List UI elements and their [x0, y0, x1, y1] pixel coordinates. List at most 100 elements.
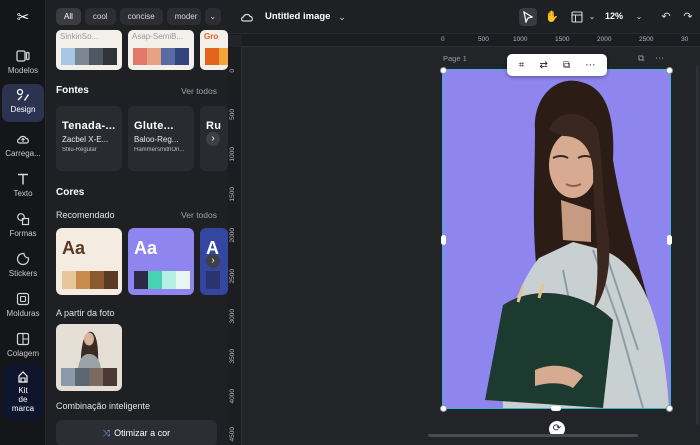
document-title[interactable]: Untitled image	[265, 11, 330, 22]
colors-next-arrow-icon[interactable]: ›	[206, 254, 220, 268]
sticker-icon	[16, 252, 30, 266]
fonts-see-all-link[interactable]: Ver todos	[181, 86, 217, 96]
swatch	[61, 48, 75, 65]
layout-chevron-down-icon[interactable]: ⌄	[583, 8, 601, 26]
swatch-row	[134, 271, 190, 289]
rail-item-brand-kit[interactable]: Kit de marca	[3, 365, 43, 419]
select-pointer-icon[interactable]	[519, 8, 537, 26]
swatch-row	[205, 48, 228, 65]
swatch	[89, 48, 103, 65]
swatch-row	[62, 271, 118, 289]
font-combo-thumb[interactable]: Asap-SemiB...	[128, 30, 194, 70]
cloud-sync-icon[interactable]	[238, 8, 256, 26]
colors-see-all-link[interactable]: Ver todos	[181, 210, 217, 220]
swatch-row	[133, 48, 189, 65]
font-combo-thumb[interactable]: SinkinSo...	[56, 30, 122, 70]
brand-kit-icon	[16, 370, 30, 384]
shapes-icon	[16, 212, 30, 226]
frame-icon	[16, 292, 30, 306]
rail-item-stickers[interactable]: Stickers	[2, 248, 44, 286]
resize-handle-se[interactable]	[666, 405, 673, 412]
capcut-logo-icon[interactable]: ✂	[13, 8, 33, 26]
chip-concise[interactable]: concise	[119, 8, 163, 25]
text-icon	[16, 172, 30, 186]
resize-handle-w[interactable]	[441, 235, 446, 245]
zoom-level[interactable]: 12%	[605, 11, 623, 21]
design-panel: All cool concise moder ⌄ SinkinSo... Asa…	[46, 0, 228, 445]
swatch	[75, 368, 89, 386]
crop-icon[interactable]: ⌗	[519, 60, 525, 71]
cloud-upload-icon	[16, 132, 30, 146]
rail-item-frames[interactable]: Molduras	[2, 288, 44, 326]
swatch	[61, 368, 75, 386]
zoom-chevron-down-icon[interactable]: ⌄	[630, 8, 648, 26]
shuffle-icon: ⤨	[102, 428, 111, 438]
horizontal-scrollbar[interactable]	[428, 434, 638, 437]
resize-handle-nw[interactable]	[440, 67, 447, 74]
smart-combination-label: Combinação inteligente	[56, 401, 151, 411]
chip-cool[interactable]: cool	[84, 8, 116, 25]
rail-item-templates[interactable]: Modelos	[2, 45, 44, 83]
duplicate-icon[interactable]: ⧉	[563, 60, 570, 71]
font-card[interactable]: Tenada-... Zacbel X-E... Stilu-Regular	[56, 106, 122, 171]
ruler-vertical: 0 500 1000 1500 2000 2500 3000 3500 4000…	[228, 47, 242, 445]
replace-icon[interactable]: ⇄	[539, 60, 547, 71]
swatch	[104, 271, 118, 289]
page-label: Page 1	[443, 54, 467, 63]
from-photo-card[interactable]	[56, 324, 122, 391]
fonts-next-arrow-icon[interactable]: ›	[206, 132, 220, 146]
chip-modern[interactable]: moder	[166, 8, 201, 25]
more-options-icon[interactable]: ⋯	[585, 60, 595, 71]
element-toolbar: ⌗ ⇄ ⧉ ⋯	[507, 54, 607, 76]
redo-icon[interactable]: ↷	[679, 8, 697, 26]
rail-item-shapes[interactable]: Formas	[2, 208, 44, 246]
swatch-row	[61, 48, 117, 65]
top-bar: Untitled image ⌄ ✋ ⌄ 12% ⌄ ↶ ↷	[228, 0, 700, 34]
swatch	[148, 271, 162, 289]
design-icon	[16, 88, 30, 102]
rail-item-upload[interactable]: Carrega...	[2, 128, 44, 166]
swatch	[162, 271, 176, 289]
rail-item-collage[interactable]: Colagem	[2, 328, 44, 366]
fonts-section-title: Fontes	[56, 85, 89, 96]
swatch	[103, 48, 117, 65]
canvas-area[interactable]: 0 500 1000 1500 2000 2500 30 0 500 1000 …	[228, 35, 700, 445]
resize-handle-sw[interactable]	[440, 405, 447, 412]
swatch	[62, 271, 76, 289]
from-photo-label: A partir da foto	[56, 308, 115, 318]
vertical-scrollbar[interactable]	[696, 65, 699, 425]
left-rail: ✂ Modelos Design Carrega... Texto Formas	[0, 0, 46, 445]
swatch-row	[206, 271, 220, 289]
swatch	[89, 368, 103, 386]
resize-handle-e[interactable]	[667, 235, 672, 245]
ruler-horizontal: 0 500 1000 1500 2000 2500 30	[242, 35, 700, 47]
swatch	[176, 271, 190, 289]
artboard[interactable]	[442, 69, 671, 409]
color-palette-card[interactable]: Aa	[56, 228, 122, 295]
font-card[interactable]: Glute... Baloo-Reg... HammersmithOn...	[128, 106, 194, 171]
photo-thumbnail-icon	[56, 324, 122, 368]
swatch	[133, 48, 147, 65]
colors-section-title: Cores	[56, 187, 85, 198]
chip-all[interactable]: All	[56, 8, 81, 25]
title-chevron-down-icon[interactable]: ⌄	[333, 8, 351, 26]
color-palette-card[interactable]: Aa	[128, 228, 194, 295]
chevron-down-icon[interactable]: ⌄	[204, 8, 221, 25]
swatch	[103, 368, 117, 386]
swatch	[206, 271, 220, 289]
optimize-color-button[interactable]: ⤨ Otimizar a cor	[56, 420, 217, 445]
swatch	[161, 48, 175, 65]
woman-portrait-image[interactable]	[443, 70, 670, 408]
undo-icon[interactable]: ↶	[657, 8, 675, 26]
copy-page-icon[interactable]: ⧉	[638, 53, 644, 63]
resize-handle-s[interactable]	[551, 406, 561, 411]
swatch	[90, 271, 104, 289]
resize-handle-ne[interactable]	[666, 67, 673, 74]
rail-item-design[interactable]: Design	[2, 84, 44, 122]
swatch-row	[61, 368, 117, 386]
font-combo-thumb[interactable]: Gro	[200, 30, 228, 70]
page-more-icon[interactable]: ⋯	[655, 53, 664, 63]
hand-pan-icon[interactable]: ✋	[543, 8, 561, 26]
rail-item-text[interactable]: Texto	[2, 168, 44, 206]
swatch	[75, 48, 89, 65]
